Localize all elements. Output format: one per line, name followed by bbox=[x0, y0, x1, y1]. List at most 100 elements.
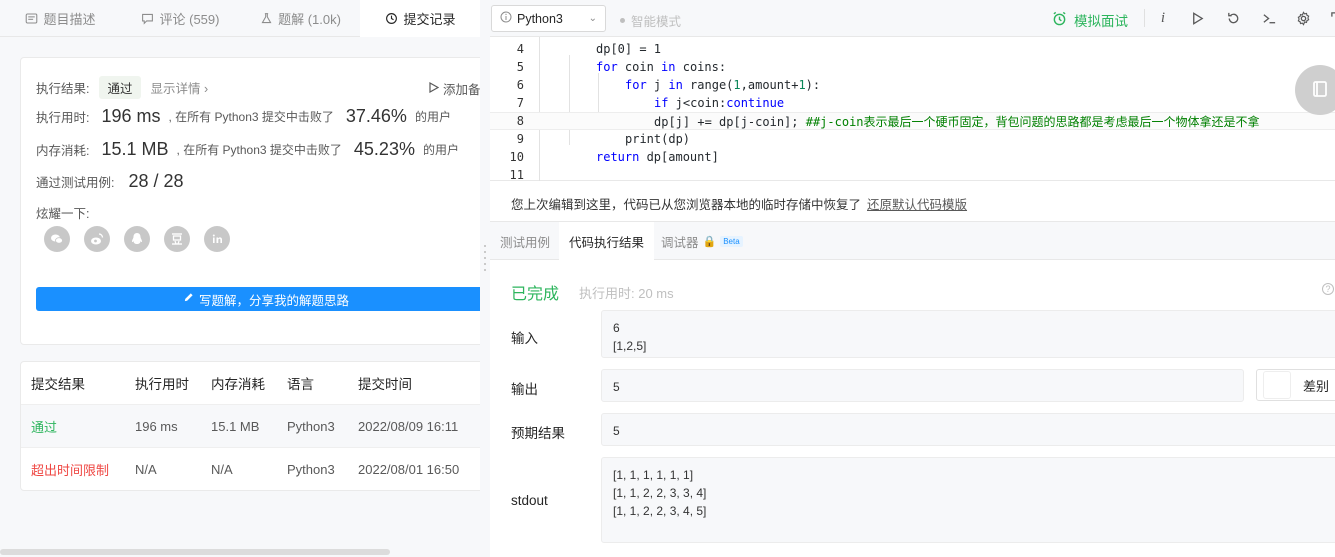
dot-icon bbox=[620, 18, 625, 23]
code-text: print(dp) bbox=[625, 132, 691, 146]
language-select[interactable]: Python3 ⌄ bbox=[491, 5, 606, 32]
row-result[interactable]: 通过 bbox=[31, 417, 57, 436]
add-note-label: 添加备 bbox=[443, 83, 480, 97]
left-panel: 题目描述 评论 (559) 题解 (1.0k) 提交记录 执行结果: 通过 显示… bbox=[0, 0, 480, 557]
fullscreen-icon[interactable] bbox=[1328, 9, 1335, 27]
social-share-icons bbox=[44, 226, 230, 252]
line-number: 10 bbox=[509, 150, 524, 164]
memory-label: 内存消耗: bbox=[36, 144, 90, 158]
code-editor[interactable]: 4 dp[0] = 1 5 for coin in coins: 6 for j… bbox=[490, 37, 1335, 184]
beta-badge: Beta bbox=[720, 235, 743, 247]
line-number: 11 bbox=[509, 168, 524, 182]
pencil-icon bbox=[183, 292, 194, 306]
resize-handle[interactable] bbox=[483, 245, 487, 275]
diff-checkbox[interactable] bbox=[1263, 371, 1291, 399]
reset-icon[interactable] bbox=[1224, 9, 1242, 27]
row-result[interactable]: 超出时间限制 bbox=[31, 460, 109, 479]
exec-result-row: 执行结果: 通过 显示详情 › bbox=[36, 76, 208, 99]
header-memory: 内存消耗 bbox=[211, 377, 265, 392]
douban-icon[interactable] bbox=[164, 226, 190, 252]
runtime-label: 执行用时: bbox=[36, 111, 90, 125]
linkedin-icon[interactable] bbox=[204, 226, 230, 252]
write-solution-button[interactable]: 写题解，分享我的解题思路 bbox=[36, 287, 480, 311]
runtime-row: 执行用时: 196 ms , 在所有 Python3 提交中击败了 37.46%… bbox=[36, 106, 451, 127]
row-language: Python3 bbox=[287, 418, 335, 434]
run-icon[interactable] bbox=[1188, 9, 1206, 27]
line-number: 4 bbox=[516, 42, 524, 56]
stdout-label: stdout bbox=[511, 493, 548, 508]
tab-testcase[interactable]: 测试用例 bbox=[490, 222, 560, 260]
table-row[interactable]: 超出时间限制 N/A N/A Python3 2022/08/01 16:50 bbox=[21, 448, 480, 490]
output-box: 5 bbox=[601, 369, 1244, 402]
qq-icon[interactable] bbox=[124, 226, 150, 252]
code-text: dp[0] = 1 bbox=[596, 42, 662, 56]
code-line: 5 for coin in coins: bbox=[490, 58, 1335, 76]
diff-toggle[interactable]: 差别 bbox=[1256, 369, 1335, 401]
show-detail-link[interactable]: 显示详情 › bbox=[151, 78, 209, 97]
header-language: 语言 bbox=[287, 377, 314, 392]
lock-icon: 🔒 bbox=[702, 235, 717, 248]
input-box: 6 [1,2,5] bbox=[601, 310, 1335, 358]
testcases-value: 28 / 28 bbox=[128, 171, 184, 191]
tab-description[interactable]: 题目描述 bbox=[0, 0, 120, 37]
runtime-desc: , 在所有 Python3 提交中击败了 bbox=[168, 110, 334, 124]
header-runtime: 执行用时 bbox=[135, 377, 189, 392]
tab-submissions[interactable]: 提交记录 bbox=[360, 0, 480, 37]
table-header: 提交结果 执行用时 内存消耗 语言 提交时间 bbox=[21, 362, 480, 405]
weibo-icon[interactable] bbox=[84, 226, 110, 252]
mock-interview-label: 模拟面试 bbox=[1074, 14, 1128, 29]
code-text: if j<coin:continue bbox=[654, 96, 785, 110]
result-tabs: 测试用例 代码执行结果 调试器 🔒 Beta bbox=[490, 221, 1335, 260]
editor-toolbar: Python3 ⌄ 智能模式 模拟面试 i bbox=[490, 0, 1335, 37]
help-icon[interactable]: ? bbox=[1322, 283, 1334, 295]
write-solution-label: 写题解，分享我的解题思路 bbox=[198, 293, 349, 308]
tab-debugger[interactable]: 调试器 🔒 Beta bbox=[651, 222, 753, 260]
right-panel: Python3 ⌄ 智能模式 模拟面试 i 4 dp[0] = 1 5 for … bbox=[490, 0, 1335, 557]
line-number: 9 bbox=[516, 132, 524, 146]
line-number: 8 bbox=[516, 114, 524, 128]
runtime-value: 196 ms bbox=[101, 106, 161, 126]
testcases-row: 通过测试用例: 28 / 28 bbox=[36, 171, 192, 192]
line-number: 7 bbox=[516, 96, 524, 110]
code-line: 11 bbox=[490, 166, 1335, 184]
smart-mode-toggle[interactable]: 智能模式 bbox=[620, 11, 681, 30]
info-icon[interactable]: i bbox=[1154, 9, 1172, 27]
code-line-current: 8 dp[j] += dp[j-coin]; ##j-coin表示最后一个硬币固… bbox=[490, 112, 1335, 130]
tab-comments-label: 评论 (559) bbox=[159, 12, 220, 27]
row-time: 2022/08/09 16:11 bbox=[358, 418, 459, 434]
left-tabs: 题目描述 评论 (559) 题解 (1.0k) 提交记录 bbox=[0, 0, 480, 37]
table-row[interactable]: 通过 196 ms 15.1 MB Python3 2022/08/09 16:… bbox=[21, 405, 480, 448]
chevron-down-icon: ⌄ bbox=[588, 13, 597, 24]
testcases-label: 通过测试用例: bbox=[36, 176, 115, 190]
header-result: 提交结果 bbox=[31, 377, 85, 392]
share-label: 炫耀一下: bbox=[36, 207, 90, 221]
code-line: 7 if j<coin:continue bbox=[490, 94, 1335, 112]
solution-icon bbox=[259, 12, 273, 26]
restore-default-link[interactable]: 还原默认代码模版 bbox=[867, 198, 967, 212]
tab-solutions[interactable]: 题解 (1.0k) bbox=[240, 0, 360, 37]
wechat-icon[interactable] bbox=[44, 226, 70, 252]
header-time: 提交时间 bbox=[358, 377, 412, 392]
gear-icon[interactable] bbox=[1294, 9, 1312, 27]
info-circle-icon bbox=[500, 11, 512, 26]
row-runtime: 196 ms bbox=[135, 418, 178, 434]
submissions-table: 提交结果 执行用时 内存消耗 语言 提交时间 通过 196 ms 15.1 MB… bbox=[20, 361, 480, 491]
exec-result-label: 执行结果: bbox=[36, 82, 90, 96]
memory-tail: 的用户 bbox=[422, 143, 459, 157]
memory-row: 内存消耗: 15.1 MB , 在所有 Python3 提交中击败了 45.23… bbox=[36, 139, 459, 160]
tab-exec-result[interactable]: 代码执行结果 bbox=[559, 222, 655, 260]
tab-comments[interactable]: 评论 (559) bbox=[120, 0, 240, 37]
comment-icon bbox=[141, 12, 155, 26]
mock-interview-button[interactable]: 模拟面试 bbox=[1052, 10, 1128, 30]
exec-status: 已完成 bbox=[511, 286, 560, 303]
add-note-button[interactable]: 添加备 bbox=[429, 79, 480, 98]
code-line: 6 for j in range(1,amount+1): bbox=[490, 76, 1335, 94]
output-label: 输出 bbox=[511, 382, 538, 397]
horizontal-scrollbar[interactable] bbox=[0, 549, 390, 555]
code-text: return dp[amount] bbox=[596, 150, 719, 164]
result-card: 执行结果: 通过 显示详情 › 添加备 执行用时: 196 ms , 在所有 P… bbox=[20, 57, 480, 345]
console-icon[interactable] bbox=[1260, 9, 1278, 27]
panel-divider[interactable] bbox=[480, 0, 490, 557]
code-line: 10 return dp[amount] bbox=[490, 148, 1335, 166]
code-text: for coin in coins: bbox=[596, 60, 727, 74]
